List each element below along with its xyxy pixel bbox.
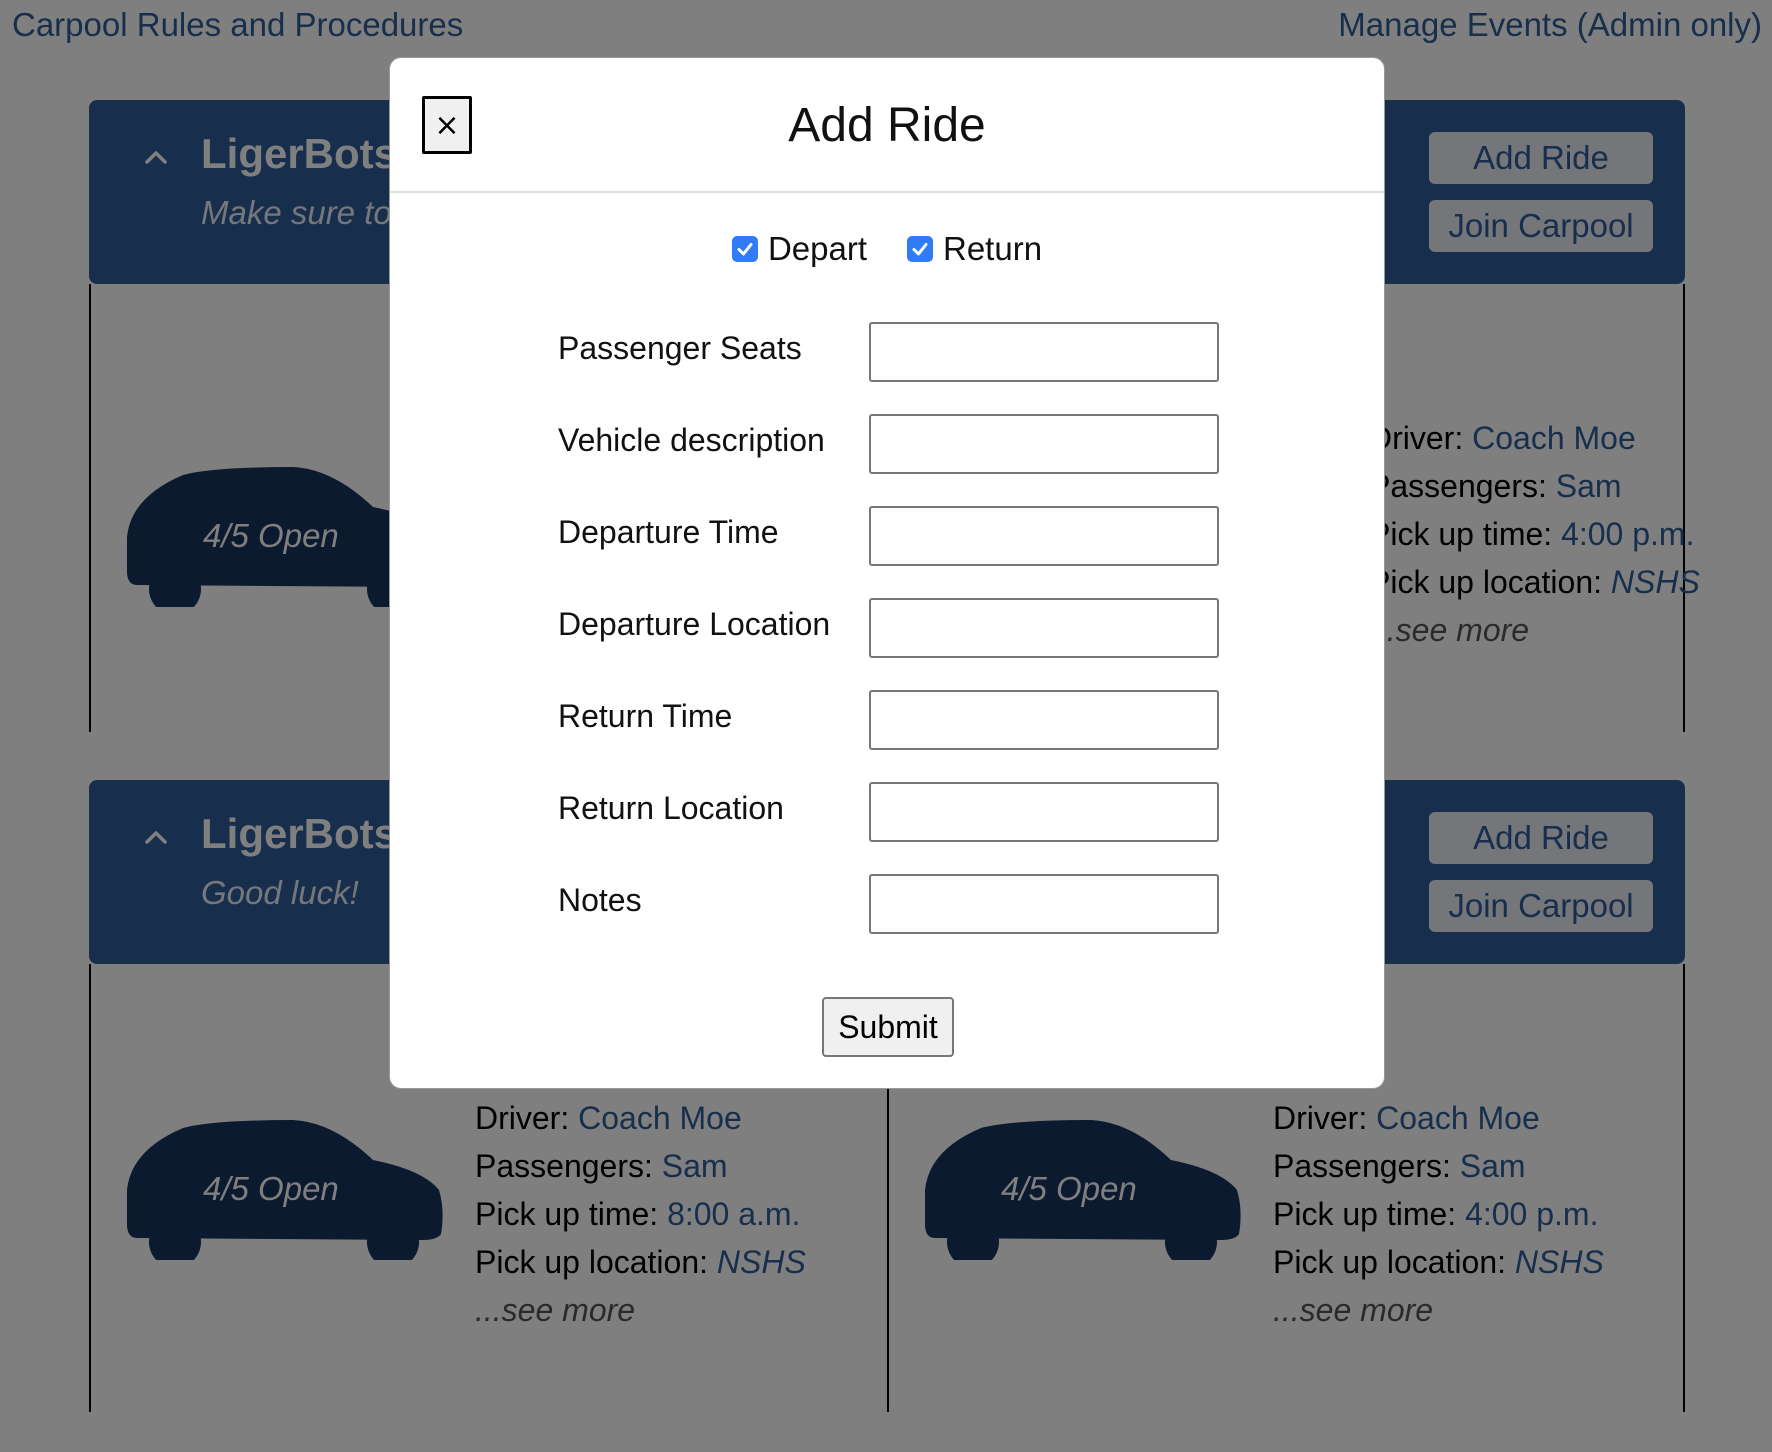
field-label: Return Location <box>558 790 784 826</box>
notes-input[interactable] <box>869 874 1219 934</box>
return-option[interactable]: Return <box>907 230 1042 268</box>
return-location-input[interactable] <box>869 782 1219 842</box>
field-label: Return Time <box>558 698 733 734</box>
field-label: Departure Location <box>558 606 831 642</box>
notes-row: Notes <box>558 874 1219 934</box>
passenger-seats-row: Passenger Seats <box>558 322 1219 382</box>
return-time-row: Return Time <box>558 690 1219 750</box>
depart-checkbox[interactable] <box>731 236 758 262</box>
passenger-seats-input[interactable] <box>869 322 1219 382</box>
field-label: Departure Time <box>558 514 779 550</box>
return-location-row: Return Location <box>558 782 1219 842</box>
modal-title: Add Ride <box>788 99 986 152</box>
field-label: Notes <box>558 882 642 918</box>
departure-time-input[interactable] <box>869 506 1219 566</box>
modal-header: × Add Ride <box>390 58 1384 193</box>
departure-location-input[interactable] <box>869 598 1219 658</box>
depart-option[interactable]: Depart <box>731 230 867 268</box>
departure-location-row: Departure Location <box>558 598 1219 658</box>
departure-time-row: Departure Time <box>558 506 1219 566</box>
return-time-input[interactable] <box>869 690 1219 750</box>
add-ride-modal: × Add Ride Depart Return Passenger Seats… <box>389 57 1385 1089</box>
vehicle-description-input[interactable] <box>869 414 1219 474</box>
return-label: Return <box>943 230 1043 267</box>
depart-label: Depart <box>767 230 867 267</box>
checkmark-icon <box>737 243 753 256</box>
direction-checkboxes: Depart Return <box>390 230 1384 268</box>
submit-button[interactable]: Submit <box>822 997 954 1057</box>
return-checkbox[interactable] <box>907 236 933 262</box>
field-label: Vehicle description <box>558 422 825 458</box>
vehicle-description-row: Vehicle description <box>558 414 1219 474</box>
checkmark-icon <box>912 243 928 256</box>
field-label: Passenger Seats <box>558 330 802 366</box>
